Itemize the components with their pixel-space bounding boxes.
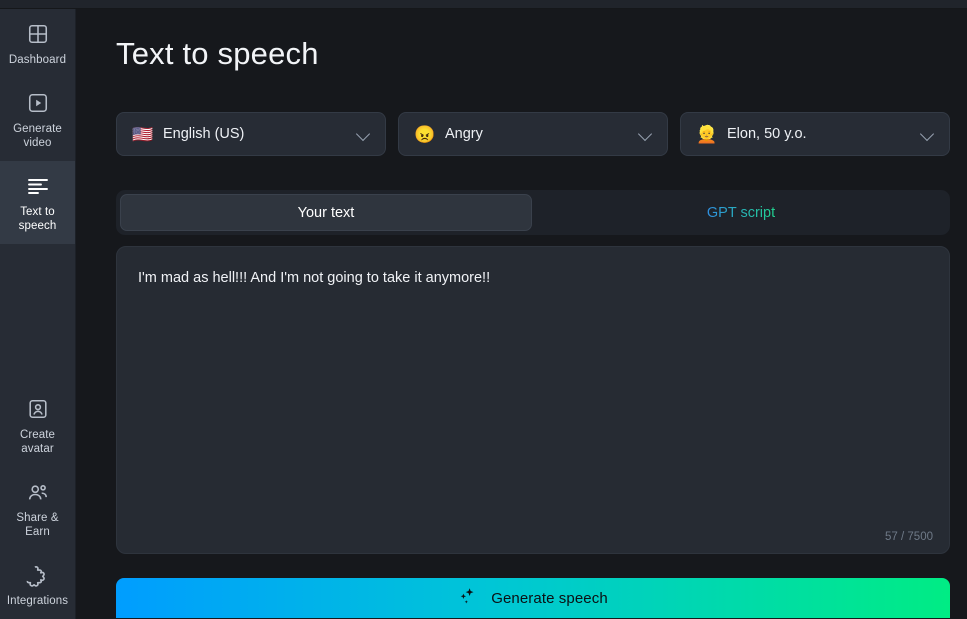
sidebar-item-label: Generate video <box>13 123 62 149</box>
main-content: Text to speech 🇺🇸 English (US) 😠 Angry 👱… <box>76 9 967 619</box>
puzzle-icon <box>25 562 51 588</box>
tab-your-text[interactable]: Your text <box>120 194 532 231</box>
emotion-select-value: Angry <box>445 126 483 142</box>
selector-row: 🇺🇸 English (US) 😠 Angry 👱 Elon, 50 y.o. <box>116 112 950 156</box>
people-icon <box>25 479 51 505</box>
sidebar-item-integrations[interactable]: Integrations <box>0 550 75 619</box>
chevron-down-icon <box>921 127 935 141</box>
generate-speech-button[interactable]: Generate speech <box>116 578 950 618</box>
sidebar-item-create-avatar[interactable]: Create avatar <box>0 384 75 467</box>
text-editor[interactable]: I'm mad as hell!!! And I'm not going to … <box>116 246 950 554</box>
sidebar-item-generate-video[interactable]: Generate video <box>0 78 75 161</box>
input-mode-tabs: Your text GPT script <box>116 190 950 235</box>
tab-gpt-script[interactable]: GPT script <box>536 194 946 231</box>
language-select[interactable]: 🇺🇸 English (US) <box>116 112 386 156</box>
generate-speech-label: Generate speech <box>491 589 608 607</box>
flag-emoji-icon: 🇺🇸 <box>132 124 154 144</box>
sidebar-item-dashboard[interactable]: Dashboard <box>0 9 75 78</box>
chevron-down-icon <box>639 127 653 141</box>
sidebar-item-label: Create avatar <box>19 429 56 455</box>
sparkle-icon <box>458 587 480 610</box>
grid-icon <box>25 21 51 47</box>
voice-select-value: Elon, 50 y.o. <box>727 126 807 142</box>
window-top-bar <box>0 0 967 9</box>
sidebar-item-label: Share & Earn <box>16 512 59 538</box>
language-select-value: English (US) <box>163 126 245 142</box>
angry-face-emoji-icon: 😠 <box>414 124 436 144</box>
sidebar-item-label: Integrations <box>6 595 69 607</box>
sidebar-item-share-and-earn[interactable]: Share & Earn <box>0 467 75 550</box>
text-lines-icon <box>25 173 51 199</box>
tab-label: GPT script <box>706 204 776 221</box>
page-title: Text to speech <box>116 36 319 71</box>
sidebar-item-text-to-speech[interactable]: Text to speech <box>0 161 75 244</box>
avatar-portrait-icon <box>25 396 51 422</box>
sidebar-item-label: Text to speech <box>18 206 57 232</box>
voice-select[interactable]: 👱 Elon, 50 y.o. <box>680 112 950 156</box>
tab-label: Your text <box>297 204 355 221</box>
character-counter: 57 / 7500 <box>885 531 933 543</box>
text-editor-content[interactable]: I'm mad as hell!!! And I'm not going to … <box>138 268 928 289</box>
play-square-icon <box>25 90 51 116</box>
chevron-down-icon <box>357 127 371 141</box>
emotion-select[interactable]: 😠 Angry <box>398 112 668 156</box>
voice-avatar-emoji-icon: 👱 <box>696 124 718 144</box>
sidebar: Dashboard Generate video Text to speech <box>0 9 76 619</box>
sidebar-item-label: Dashboard <box>8 54 67 66</box>
